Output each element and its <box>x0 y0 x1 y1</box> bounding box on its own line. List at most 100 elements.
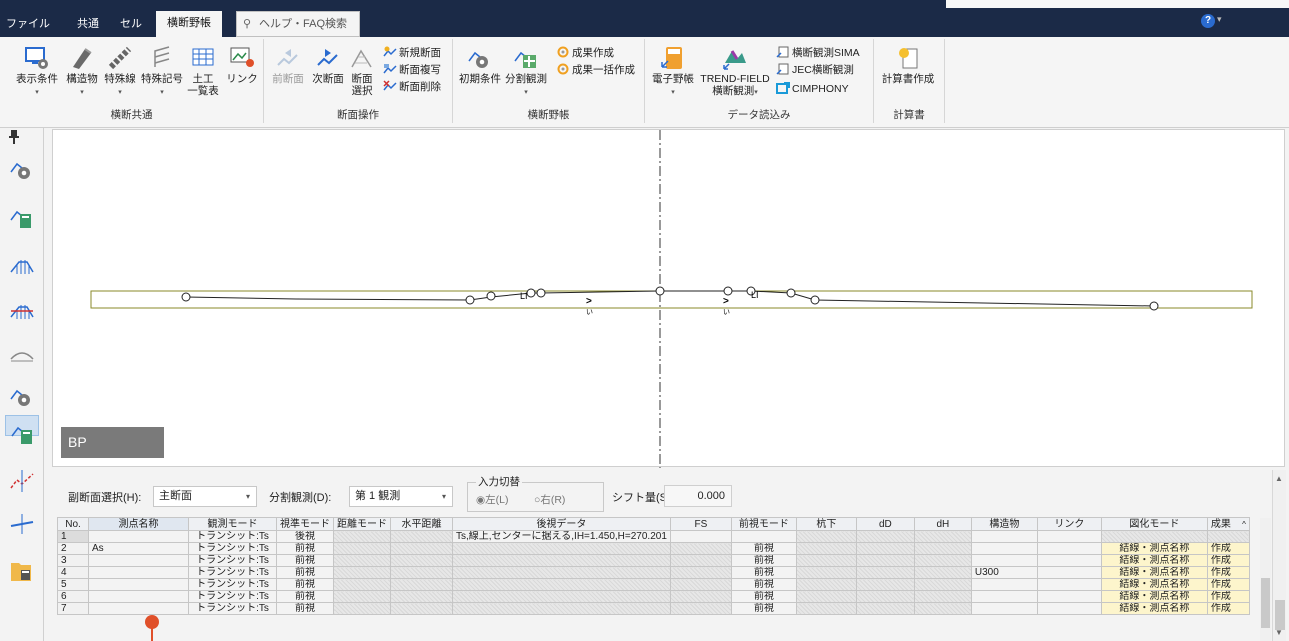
stake-below-cell[interactable] <box>795 578 857 591</box>
new-section-button[interactable]: 新規断面 <box>383 46 441 60</box>
backsight-cell[interactable] <box>452 566 671 579</box>
horizontal-distance-cell[interactable] <box>390 590 453 603</box>
jec-import-button[interactable]: JEC横断観測 <box>776 63 854 77</box>
link-button[interactable]: リンク <box>224 45 260 85</box>
sight-mode-cell[interactable]: 前視 <box>276 578 334 591</box>
backsight-cell[interactable] <box>452 590 671 603</box>
obs-mode-cell[interactable]: トランシット:Ts <box>188 566 277 579</box>
table-row[interactable]: 3 トランシット:Ts 前視 前視 結線・測点名称 作成 <box>57 554 1250 567</box>
stake-below-cell[interactable] <box>795 542 857 555</box>
result-cell[interactable]: 作成 <box>1206 602 1250 615</box>
distance-mode-cell[interactable] <box>333 542 391 555</box>
table-scrollbar[interactable] <box>1260 518 1271 641</box>
figure-mode-cell[interactable]: 結線・測点名称 <box>1100 602 1208 615</box>
calc-folder-tool[interactable] <box>5 553 39 587</box>
obs-mode-cell[interactable]: トランシット:Ts <box>188 578 277 591</box>
sight-mode-cell[interactable]: 前視 <box>276 542 334 555</box>
sight-mode-cell[interactable]: 後視 <box>276 530 334 543</box>
structure-cell[interactable] <box>970 590 1038 603</box>
tab-cell[interactable]: セル <box>112 12 150 37</box>
dd-cell[interactable] <box>855 542 915 555</box>
name-cell[interactable] <box>88 602 189 615</box>
stake-below-cell[interactable] <box>795 602 857 615</box>
dh-cell[interactable] <box>913 590 972 603</box>
select-section-button[interactable]: 断面 選択 <box>346 45 378 97</box>
structure-cell[interactable] <box>970 554 1038 567</box>
special-symbol-button[interactable]: 特殊記号 ▾ <box>139 45 185 99</box>
pin-icon[interactable] <box>8 130 20 144</box>
figure-mode-cell[interactable]: 結線・測点名称 <box>1100 554 1208 567</box>
foresight-mode-cell[interactable]: 前視 <box>730 542 797 555</box>
distance-mode-cell[interactable] <box>333 566 391 579</box>
create-report-button[interactable]: 計算書作成 <box>877 45 939 85</box>
fs-cell[interactable] <box>669 590 732 603</box>
radio-right[interactable]: ○右(R) <box>534 492 565 507</box>
table-body[interactable]: 1 トランシット:Ts 後視 Ts,線上,センターに据える,IH=1.450,H=27… <box>57 530 1250 615</box>
structure-cell[interactable] <box>970 602 1038 615</box>
next-section-button[interactable]: 次断面 <box>308 45 348 85</box>
fs-cell[interactable] <box>669 602 732 615</box>
col-header[interactable]: 杭下 <box>795 517 857 531</box>
help-caret-icon[interactable]: ▾ <box>1217 14 1222 25</box>
col-header[interactable]: 図化モード <box>1100 517 1208 531</box>
electronic-fieldbook-button[interactable]: 電子野帳 ▾ <box>648 45 698 99</box>
distance-mode-cell[interactable] <box>333 578 391 591</box>
stake-below-cell[interactable] <box>795 530 857 543</box>
result-cell[interactable]: 作成 <box>1206 542 1250 555</box>
tab-common[interactable]: 共通 <box>66 12 110 37</box>
help-search-input[interactable]: ⚲ ヘルプ・FAQ検索 <box>236 11 360 37</box>
dd-cell[interactable] <box>855 530 915 543</box>
name-cell[interactable] <box>88 578 189 591</box>
foresight-mode-cell[interactable]: 前視 <box>730 602 797 615</box>
dd-cell[interactable] <box>855 566 915 579</box>
observation-table[interactable]: No. 測点名称 観測モード 視準モード 距離モード 水平距離 後視データ FS… <box>57 517 1250 615</box>
cimphony-button[interactable]: CIMPHONY <box>776 82 849 96</box>
stake-below-cell[interactable] <box>795 566 857 579</box>
col-header[interactable]: dD <box>855 517 915 531</box>
dh-cell[interactable] <box>913 542 972 555</box>
structure-cell[interactable]: U300 <box>970 566 1038 579</box>
link-cell[interactable] <box>1036 566 1102 579</box>
dh-cell[interactable] <box>913 578 972 591</box>
survey-line-tool[interactable] <box>5 464 39 498</box>
horizontal-distance-cell[interactable] <box>390 602 453 615</box>
split-obs-select[interactable]: 第 1 観測 ▾ <box>349 486 453 507</box>
sort-up-icon[interactable]: ^ <box>1242 519 1246 530</box>
table-row[interactable]: 6 トランシット:Ts 前視 前視 結線・測点名称 作成 <box>57 590 1250 603</box>
col-header[interactable]: 構造物 <box>970 517 1038 531</box>
fs-cell[interactable] <box>669 578 732 591</box>
link-cell[interactable] <box>1036 554 1102 567</box>
section-table-tool[interactable] <box>5 200 39 234</box>
structure-cell[interactable] <box>970 542 1038 555</box>
display-conditions-button[interactable]: 表示条件 ▾ <box>14 45 60 99</box>
foresight-mode-cell[interactable]: 前視 <box>730 566 797 579</box>
backsight-cell[interactable]: Ts,線上,センターに据える,IH=1.450,H=270.201 <box>452 530 671 543</box>
structure-cell[interactable] <box>970 578 1038 591</box>
distance-mode-cell[interactable] <box>333 530 391 543</box>
arc-tool[interactable] <box>5 337 39 371</box>
distance-mode-cell[interactable] <box>333 554 391 567</box>
name-cell[interactable] <box>88 554 189 567</box>
horizontal-distance-cell[interactable] <box>390 542 453 555</box>
col-header[interactable]: リンク <box>1036 517 1102 531</box>
dd-cell[interactable] <box>855 602 915 615</box>
create-result-button[interactable]: 成果作成 <box>556 46 614 60</box>
table-scroll-thumb[interactable] <box>1261 578 1270 628</box>
structure-button[interactable]: 構造物 ▾ <box>63 45 101 99</box>
horizontal-distance-cell[interactable] <box>390 566 453 579</box>
figure-mode-cell[interactable]: 結線・測点名称 <box>1100 542 1208 555</box>
obs-mode-cell[interactable]: トランシット:Ts <box>188 590 277 603</box>
backsight-cell[interactable] <box>452 578 671 591</box>
initial-conditions-button[interactable]: 初期条件 <box>457 45 503 85</box>
fs-cell[interactable] <box>669 554 732 567</box>
panel-scrollbar[interactable]: ▲ ▼ <box>1272 470 1286 641</box>
prev-section-button[interactable]: 前断面 <box>268 45 308 85</box>
col-header[interactable]: 視準モード <box>276 517 334 531</box>
horizontal-distance-cell[interactable] <box>390 554 453 567</box>
figure-mode-cell[interactable]: 結線・測点名称 <box>1100 566 1208 579</box>
table-row[interactable]: 2 As トランシット:Ts 前視 前視 結線・測点名称 作成 <box>57 542 1250 555</box>
link-cell[interactable] <box>1036 578 1102 591</box>
structure-cell[interactable] <box>970 530 1038 543</box>
link-cell[interactable] <box>1036 602 1102 615</box>
stake-below-cell[interactable] <box>795 554 857 567</box>
